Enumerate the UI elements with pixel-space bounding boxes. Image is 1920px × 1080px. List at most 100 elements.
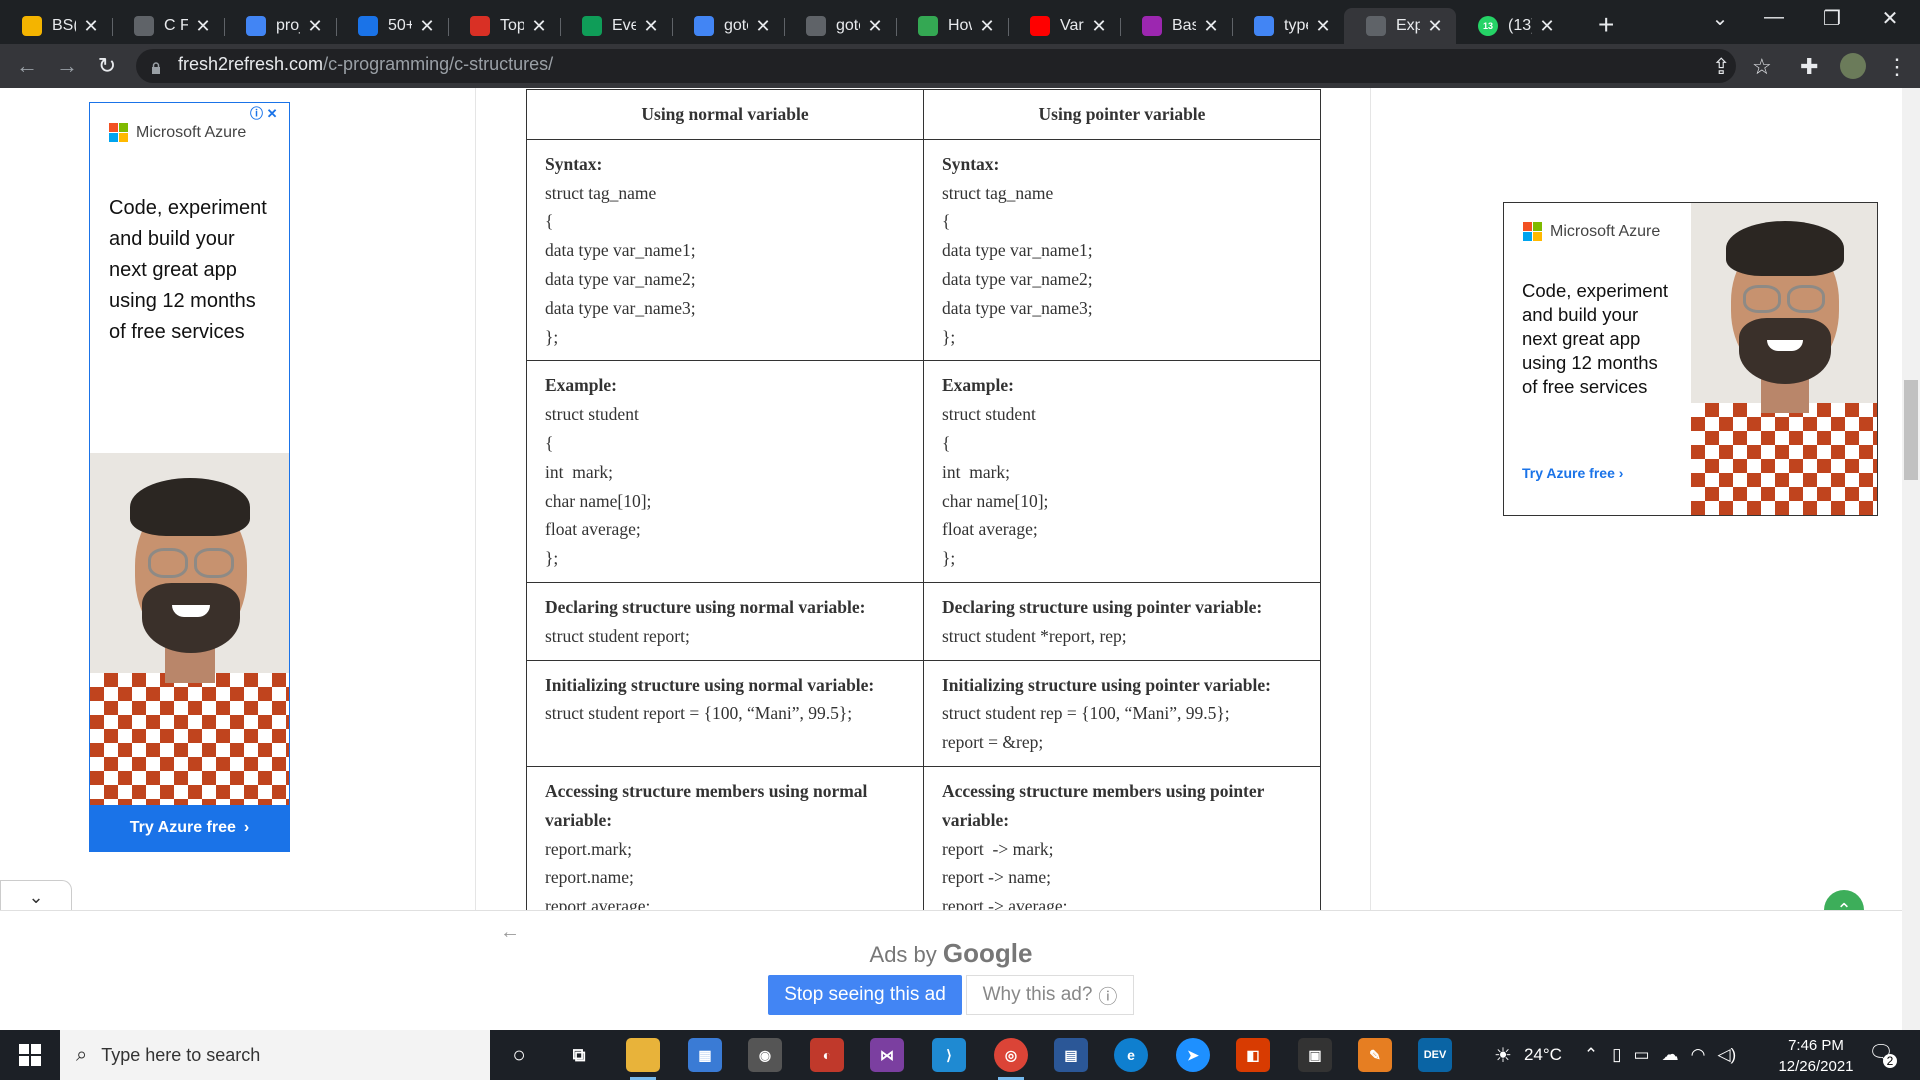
forward-icon[interactable]: → [52,53,82,79]
whatsapp-icon: 13 [1478,16,1498,36]
close-tab-icon[interactable]: ✕ [194,16,212,37]
back-icon[interactable]: ← [12,53,42,79]
camera-icon[interactable]: ◉ [748,1038,782,1072]
try-azure-button[interactable]: Try Azure free › [90,805,289,851]
battery-icon[interactable]: ▭ [1634,1045,1650,1065]
close-tab-icon[interactable]: ✕ [418,16,436,37]
close-tab-icon[interactable]: ✕ [1426,16,1444,37]
tab-14[interactable]: 13 (13) ✕ [1456,8,1568,44]
devcpp-icon[interactable]: DEV [1418,1038,1452,1072]
office-icon[interactable]: ◧ [1236,1038,1270,1072]
tab-12[interactable]: types ✕ [1232,8,1344,44]
reload-icon[interactable]: ↻ [92,53,122,79]
tab-5[interactable]: Top 2 ✕ [448,8,560,44]
tab-3[interactable]: proje ✕ [224,8,336,44]
tab-10[interactable]: Varia ✕ [1008,8,1120,44]
tab-title: Basic [1172,17,1196,34]
close-window-icon[interactable]: ✕ [1872,6,1908,31]
tab-8[interactable]: goto ✕ [784,8,896,44]
google-icon [694,16,714,36]
collapse-ad-button[interactable]: ⌄ [0,880,72,914]
app-red-icon[interactable]: ◐ [810,1038,844,1072]
taskbar-search[interactable]: ⌕ Type here to search [60,1030,490,1080]
code-line: char name[10]; [545,490,652,511]
onedrive-icon[interactable]: ☁ [1662,1045,1679,1065]
why-this-ad-button[interactable]: Why this ad? ⓘ [966,975,1134,1015]
game-icon[interactable]: ▣ [1298,1038,1332,1072]
close-tab-icon[interactable]: ✕ [530,16,548,37]
telegram-icon[interactable]: ➤ [1176,1038,1210,1072]
stop-seeing-ad-button[interactable]: Stop seeing this ad [768,975,962,1015]
ad-copy-line: next great app [1522,328,1641,349]
task-view-icon[interactable]: ⧉ [562,1038,596,1072]
tab-title: goto [836,17,860,34]
tab-4[interactable]: 50+ ✕ [336,8,448,44]
azure-ad-right[interactable]: ⓘ ✕ Microsoft Azure Code, experiment and… [1503,202,1878,516]
close-tab-icon[interactable]: ✕ [306,16,324,37]
close-tab-icon[interactable]: ✕ [642,16,660,37]
close-tab-icon[interactable]: ✕ [1314,16,1332,37]
scroll-thumb[interactable] [1904,380,1918,480]
ad-copy-line: of free services [109,321,245,343]
close-tab-icon[interactable]: ✕ [1538,16,1556,37]
close-tab-icon[interactable]: ✕ [754,16,772,37]
cell-normal-variable: Initializing structure using normal vari… [526,659,924,767]
cell-heading: Syntax: [942,153,1000,174]
weather-icon[interactable]: ☀ [1494,1043,1512,1068]
start-button[interactable] [0,1030,60,1080]
chevron-down-icon: ⌄ [28,887,44,907]
paint-icon[interactable]: ✎ [1358,1038,1392,1072]
tab-2[interactable]: C File ✕ [112,8,224,44]
cortana-icon[interactable]: ○ [502,1038,536,1072]
ad-choices-icon[interactable]: ⓘ ✕ [250,103,278,122]
volume-icon[interactable]: ◁) [1717,1045,1736,1065]
tab-11[interactable]: Basic ✕ [1120,8,1232,44]
bookmark-star-icon[interactable]: ☆ [1752,54,1772,80]
share-icon[interactable]: ⇪ [1712,54,1730,80]
chrome-icon[interactable]: ◎ [994,1038,1028,1080]
tab-title: BS(C [52,17,76,34]
cell-heading: Initializing structure using normal vari… [545,674,875,695]
show-hidden-icons[interactable]: ⌃ [1584,1045,1598,1065]
tab-9[interactable]: How ✕ [896,8,1008,44]
photos-icon[interactable]: ▤ [1054,1038,1088,1072]
close-tab-icon[interactable]: ✕ [82,16,100,37]
edge-icon[interactable]: e [1114,1038,1148,1072]
tab-6[interactable]: Every ✕ [560,8,672,44]
clock[interactable]: 7:46 PM 12/26/2021 [1768,1035,1864,1077]
tab-1[interactable]: BS(C ✕ [0,8,112,44]
new-tab-button[interactable]: + [1598,9,1614,41]
doc-icon [806,16,826,36]
minimize-icon[interactable]: — [1756,6,1792,29]
tab-search-icon[interactable]: ⌄ [1702,6,1738,31]
file-explorer-icon[interactable] [626,1038,660,1080]
ad-person-photo [90,453,289,807]
close-tab-icon[interactable]: ✕ [978,16,996,37]
restore-icon[interactable]: ❐ [1814,6,1850,31]
close-tab-icon[interactable]: ✕ [1202,16,1220,37]
url-text[interactable]: fresh2refresh.com/c-programming/c-struct… [178,54,553,75]
tab-13[interactable]: Expla ✕ [1344,8,1456,44]
tab-title: How [948,17,972,34]
try-azure-link[interactable]: Try Azure free › [1522,465,1623,481]
visual-studio-icon[interactable]: ⋈ [870,1038,904,1072]
azure-ad-left[interactable]: ⓘ ✕ Microsoft Azure Code, experiment and… [89,102,290,852]
close-tab-icon[interactable]: ✕ [1090,16,1108,37]
code-line: report.mark; [545,838,632,859]
store-icon[interactable]: ▦ [688,1038,722,1072]
vscode-icon[interactable]: ⟩ [932,1038,966,1072]
temperature[interactable]: 24°C [1524,1045,1562,1065]
menu-icon[interactable]: ⋮ [1886,54,1908,80]
tab-7[interactable]: goto ✕ [672,8,784,44]
tab-title: Expla [1396,17,1420,34]
code-line: struct student report = {100, “Mani”, 99… [545,703,853,724]
close-tab-icon[interactable]: ✕ [866,16,884,37]
code-line: report.average; [545,896,651,910]
page-scrollbar[interactable] [1902,88,1920,1030]
tablet-icon[interactable]: ▯ [1612,1045,1621,1065]
profile-avatar[interactable] [1840,53,1866,79]
notification-center-icon[interactable]: 🗨 2 [1866,1040,1897,1070]
tab-title: (13) [1508,17,1532,34]
wifi-icon[interactable]: ◠ [1691,1045,1706,1065]
extensions-icon[interactable]: ✚ [1800,54,1818,80]
